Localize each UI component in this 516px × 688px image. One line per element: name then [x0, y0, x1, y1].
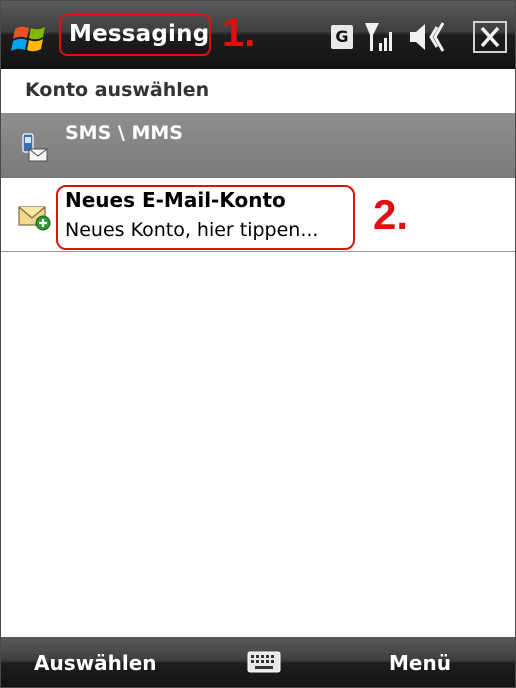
- network-g-icon: G: [331, 25, 353, 49]
- select-account-header: Konto auswählen: [1, 69, 515, 114]
- page-title: Konto auswählen: [25, 79, 210, 101]
- windows-start-icon[interactable]: [9, 19, 55, 57]
- close-icon[interactable]: [473, 21, 507, 53]
- signal-icon[interactable]: [363, 19, 395, 59]
- annotation-box-title: [59, 14, 211, 56]
- volume-icon[interactable]: [407, 19, 447, 59]
- softkey-left-select[interactable]: Auswählen: [34, 651, 157, 675]
- account-item-title: SMS \ MMS: [65, 122, 183, 144]
- softkey-bar: Auswählen Menü: [1, 637, 515, 687]
- keyboard-icon[interactable]: [247, 651, 281, 673]
- annotation-label-1: 1.: [222, 11, 256, 55]
- status-icons: G: [325, 17, 515, 57]
- sms-icon: [19, 132, 49, 164]
- account-item-sms-mms[interactable]: SMS \ MMS: [1, 114, 515, 178]
- annotation-label-2: 2.: [373, 191, 409, 238]
- softkey-right-menu[interactable]: Menü: [389, 651, 451, 675]
- annotation-box-new-account: [56, 185, 355, 250]
- new-email-account-icon: [17, 199, 53, 231]
- phone-screen: Messaging G Konto auswählen SMS \ MMS Ne…: [0, 0, 516, 688]
